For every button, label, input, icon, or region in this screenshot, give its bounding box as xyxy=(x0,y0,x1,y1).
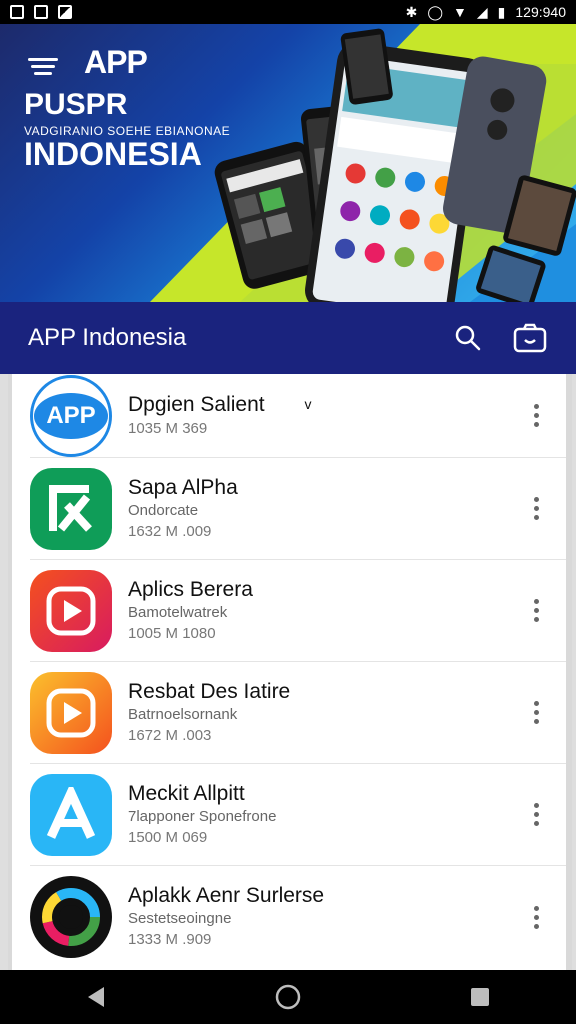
app-developer: Bamotelwatrek xyxy=(128,603,228,621)
app-developer: Batrnoelsornank xyxy=(128,705,238,723)
app-name: Aplakk Aenr Surlerse xyxy=(128,884,325,907)
banner-headline: PUSPR xyxy=(24,88,128,121)
wifi-icon: ▼ xyxy=(453,4,467,20)
recents-icon[interactable] xyxy=(456,973,504,1021)
list-gutter-right xyxy=(566,374,576,970)
app-bar-title: APP Indonesia xyxy=(28,324,187,351)
letter-a-icon xyxy=(30,773,112,856)
app-name: Aplics Berera xyxy=(128,577,253,601)
item-text: Resbat Des Iatire Batrnoelsornank 1672 M… xyxy=(128,679,522,747)
more-options-icon[interactable] xyxy=(522,396,550,436)
list-item[interactable]: Sapa AlPha Ondorcate 1632 M .009 xyxy=(30,458,566,560)
app-name: Dpgien Salient xyxy=(128,393,265,416)
search-icon[interactable] xyxy=(450,320,486,356)
ring-icon xyxy=(30,876,112,958)
signal-icon: ◢ xyxy=(476,4,488,20)
app-name: Meckit Allpitt xyxy=(128,781,245,805)
play-icon xyxy=(30,671,112,754)
status-right-icons: ✱ ◯ ▼ ◢ ▮ 129:940 xyxy=(406,4,566,20)
image-icon xyxy=(58,5,72,19)
bluetooth-icon: ✱ xyxy=(405,4,418,20)
app-list: APP Dpgien Salient v 1035 M 369 Sapa AlP… xyxy=(12,374,566,970)
app-developer: Ondorcate xyxy=(128,501,199,519)
back-icon[interactable] xyxy=(72,973,120,1021)
home-icon[interactable] xyxy=(264,973,312,1021)
banner-logo: APP xyxy=(84,44,148,80)
banner-country: INDONESIA xyxy=(24,136,202,172)
notification-square-icon xyxy=(10,5,24,19)
notification-square-icon xyxy=(34,5,48,19)
status-bar: ✱ ◯ ▼ ◢ ▮ 129:940 xyxy=(0,0,576,24)
more-options-icon[interactable] xyxy=(522,897,550,937)
battery-icon: ▮ xyxy=(497,4,506,20)
app-meta: 1035 M 369 xyxy=(128,420,208,437)
app-developer: Sestetseoingne xyxy=(128,910,232,927)
more-options-icon[interactable] xyxy=(522,693,550,733)
app-meta: 1672 M .003 xyxy=(128,726,212,744)
app-name-suffix: v xyxy=(304,396,312,412)
app-name: Sapa AlPha xyxy=(128,475,238,499)
item-text: Sapa AlPha Ondorcate 1632 M .009 xyxy=(128,475,522,543)
app-meta: 1632 M .009 xyxy=(128,522,212,540)
more-options-icon[interactable] xyxy=(522,795,550,835)
item-text: Aplakk Aenr Surlerse Sestetseoingne 1333… xyxy=(128,883,522,951)
green-a-icon xyxy=(30,467,112,550)
app-bar: APP Indonesia xyxy=(0,302,576,374)
status-time: 129:940 xyxy=(515,4,566,20)
list-gutter-left xyxy=(0,374,12,970)
app-developer: 7lapponer Sponefrone xyxy=(128,807,277,825)
list-item[interactable]: APP Dpgien Salient v 1035 M 369 xyxy=(30,374,566,458)
status-left-icons xyxy=(10,5,72,19)
camera-icon[interactable] xyxy=(512,320,548,356)
list-item[interactable]: Aplakk Aenr Surlerse Sestetseoingne 1333… xyxy=(30,866,566,968)
promo-banner[interactable]: APP PUSPR VADGIRANIO SOEHE EBIANONAE IND… xyxy=(0,24,576,302)
app-meta: 1333 M .909 xyxy=(128,931,212,948)
banner-menu-icon[interactable] xyxy=(26,54,60,78)
play-icon xyxy=(30,569,112,652)
app-logo-icon: APP xyxy=(30,374,112,457)
app-name: Resbat Des Iatire xyxy=(128,679,291,703)
list-item[interactable]: Meckit Allpitt 7lapponer Sponefrone 1500… xyxy=(30,764,566,866)
list-item[interactable]: Aplics Berera Bamotelwatrek 1005 M 1080 xyxy=(30,560,566,662)
system-nav-bar xyxy=(0,970,576,1024)
item-text: Aplics Berera Bamotelwatrek 1005 M 1080 xyxy=(128,577,522,645)
list-item[interactable]: Resbat Des Iatire Batrnoelsornank 1672 M… xyxy=(30,662,566,764)
vibrate-icon: ◯ xyxy=(427,4,444,20)
item-text: Dpgien Salient v 1035 M 369 xyxy=(128,391,522,440)
more-options-icon[interactable] xyxy=(522,591,550,631)
more-options-icon[interactable] xyxy=(522,489,550,529)
item-text: Meckit Allpitt 7lapponer Sponefrone 1500… xyxy=(128,781,522,849)
app-meta: 1005 M 1080 xyxy=(128,624,216,642)
app-meta: 1500 M 069 xyxy=(128,828,208,846)
